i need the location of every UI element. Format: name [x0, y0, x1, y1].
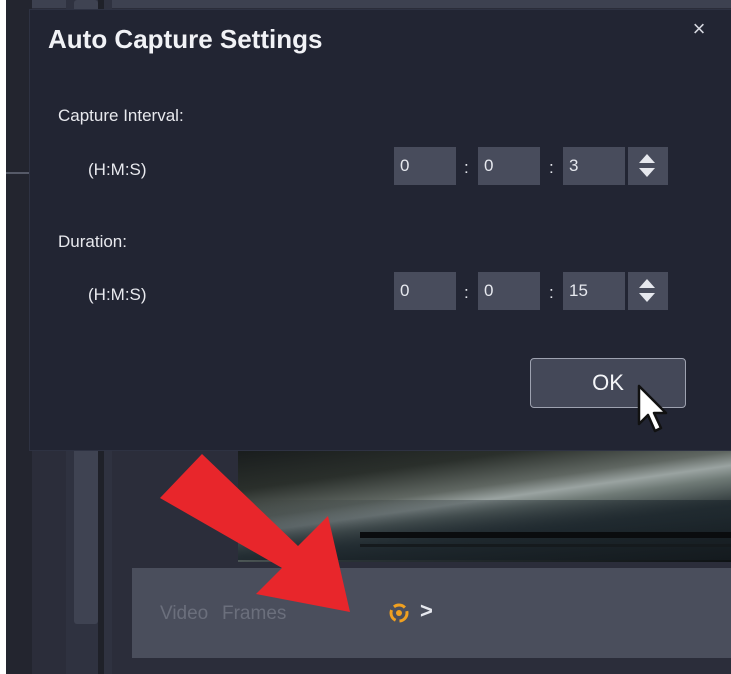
chevron-right-icon[interactable]: >: [420, 598, 433, 624]
capture-interval-seconds-input[interactable]: 3: [563, 147, 625, 185]
capture-interval-label: Capture Interval:: [58, 106, 184, 125]
duration-hours-input[interactable]: 0: [394, 272, 456, 310]
time-separator: :: [549, 283, 554, 302]
video-preview-bridge: [360, 532, 731, 538]
duration-seconds-input[interactable]: 15: [563, 272, 625, 310]
duration-minutes-input[interactable]: 0: [478, 272, 540, 310]
close-button[interactable]: ×: [686, 16, 712, 42]
auto-capture-settings-dialog: Auto Capture Settings × Capture Interval…: [30, 10, 731, 450]
duration-label: Duration:: [58, 232, 127, 251]
time-separator: :: [464, 283, 469, 302]
time-separator: :: [549, 158, 554, 177]
arrow-up-icon[interactable]: [639, 154, 655, 163]
annotation-arrow: [160, 454, 350, 612]
time-separator: :: [464, 158, 469, 177]
left-panel: [6, 0, 32, 674]
capture-interval-minutes-input[interactable]: 0: [478, 147, 540, 185]
mouse-cursor-icon: [637, 384, 668, 433]
auto-capture-icon[interactable]: [388, 602, 410, 624]
capture-interval-hours-input[interactable]: 0: [394, 147, 456, 185]
video-preview-bridge-rail: [360, 544, 731, 547]
capture-interval-unit-label: (H:M:S): [88, 160, 147, 179]
arrow-down-icon[interactable]: [639, 168, 655, 177]
duration-stepper[interactable]: [628, 272, 668, 310]
duration-unit-label: (H:M:S): [88, 285, 147, 304]
capture-interval-stepper[interactable]: [628, 147, 668, 185]
left-panel-divider: [6, 172, 30, 174]
dialog-title: Auto Capture Settings: [48, 24, 323, 54]
app-top-strip: [6, 0, 731, 8]
arrow-down-icon[interactable]: [639, 293, 655, 302]
arrow-up-icon[interactable]: [639, 279, 655, 288]
